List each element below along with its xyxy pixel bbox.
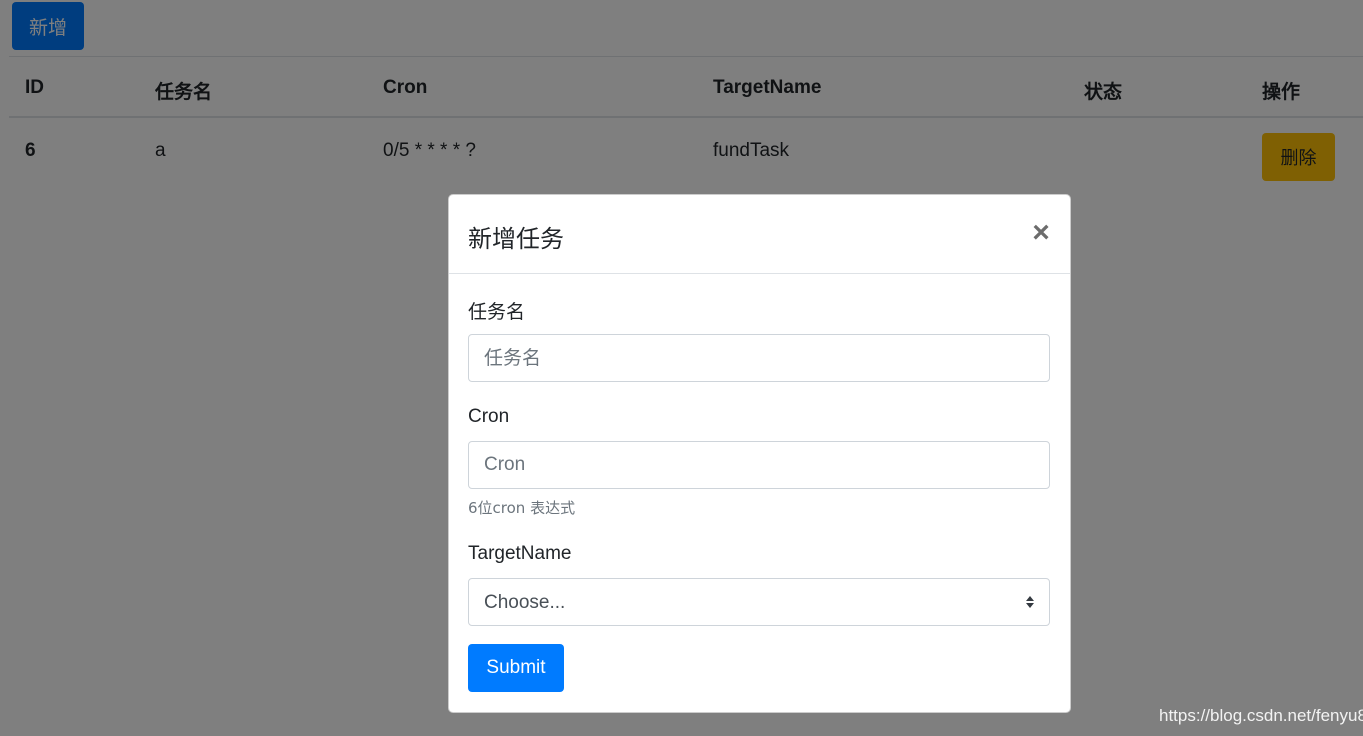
close-icon[interactable]: × bbox=[1026, 215, 1056, 251]
target-name-selected: Choose... bbox=[484, 592, 566, 613]
submit-button[interactable]: Submit bbox=[468, 644, 564, 692]
target-name-select[interactable]: Choose... bbox=[468, 578, 1050, 626]
sort-arrows-icon bbox=[1026, 596, 1034, 608]
cron-help-text: 6位cron 表达式 bbox=[468, 499, 576, 517]
watermark: https://blog.csdn.net/fenyu8 bbox=[1159, 706, 1363, 725]
target-name-label: TargetName bbox=[468, 543, 572, 564]
add-task-modal: 新增任务 × 任务名 Cron 6位cron 表达式 TargetName Ch… bbox=[448, 194, 1071, 713]
modal-header: 新增任务 × bbox=[449, 195, 1070, 274]
task-name-input[interactable] bbox=[468, 334, 1050, 382]
cron-label: Cron bbox=[468, 406, 510, 427]
task-name-label: 任务名 bbox=[468, 301, 526, 323]
modal-title: 新增任务 bbox=[468, 225, 564, 253]
cron-input[interactable] bbox=[468, 441, 1050, 489]
page: 新增 ID 任务名 Cron TargetName 状态 操作 6 a 0/5 … bbox=[0, 0, 1363, 736]
